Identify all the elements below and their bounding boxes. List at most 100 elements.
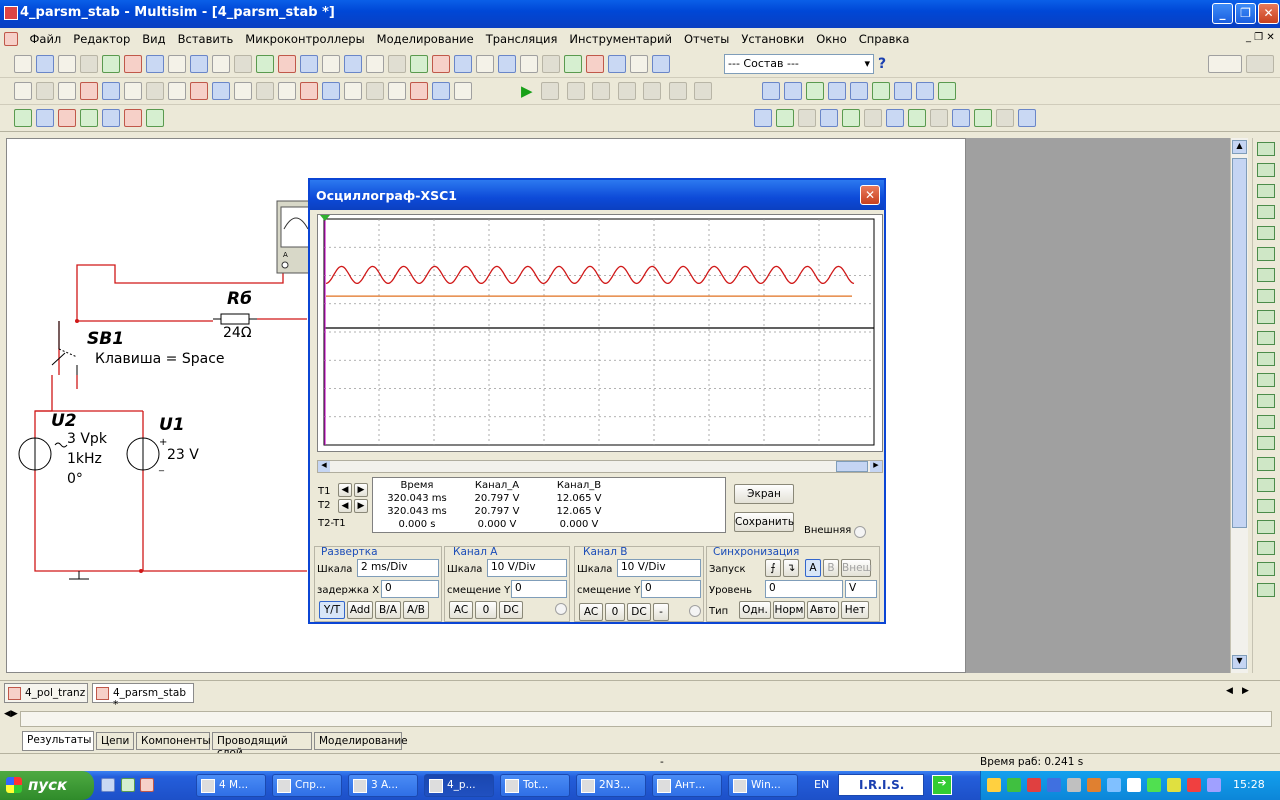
media-icon[interactable] [140,778,154,792]
std-tool-27-icon[interactable] [608,55,626,73]
menu-item-11[interactable]: Справка [853,28,916,46]
std-tool-3-icon[interactable] [80,55,98,73]
tray-icon-6[interactable] [1107,778,1121,792]
channel-a-radio[interactable] [555,603,567,615]
channel-a-scale-field[interactable]: 10 V/Div [487,559,567,577]
instrument-18-icon[interactable] [1257,520,1275,534]
std-tool-0-icon[interactable] [14,55,32,73]
instrument-13-icon[interactable] [1257,415,1275,429]
instrument-10-icon[interactable] [1257,352,1275,366]
component-0-icon[interactable] [14,82,32,100]
std-tool-10-icon[interactable] [234,55,252,73]
instrument-4-icon[interactable] [1257,226,1275,240]
std-tool-22-icon[interactable] [498,55,516,73]
channel-b-coupling-3-button[interactable]: - [653,603,669,621]
screen-scroll-thumb[interactable] [836,461,868,472]
component-3-icon[interactable] [80,82,98,100]
sync-type-3-button[interactable]: Нет [841,601,869,619]
sync-type-1-button[interactable]: Норм [773,601,805,619]
sweep-scale-field[interactable]: 2 ms/Div [357,559,439,577]
task-button-0[interactable]: 4 M... [196,774,266,797]
std-tool-4-icon[interactable] [102,55,120,73]
std-tool-23-icon[interactable] [520,55,538,73]
tool-4-icon[interactable] [102,109,120,127]
pause-icon[interactable] [541,82,560,100]
sweep-mode-3-button[interactable]: A/B [403,601,429,619]
component-2-icon[interactable] [58,82,76,100]
result-tab-2[interactable]: Компоненты [136,732,211,750]
probe-7-icon[interactable] [916,82,934,100]
component-18-icon[interactable] [410,82,428,100]
sweep-mode-1-button[interactable]: Add [347,601,373,619]
result-tab-1[interactable]: Цепи [96,732,134,750]
channel-b-coupling-2-button[interactable]: DC [627,603,651,621]
tool-0-icon[interactable] [14,109,32,127]
probe-0-icon[interactable] [762,82,780,100]
tab-scroll-left-icon[interactable]: ◀ [1226,686,1233,696]
mdi-controls[interactable]: _ ❐ ✕ [1246,32,1275,43]
instrument-7-icon[interactable] [1257,289,1275,303]
scroll-left-icon[interactable]: ◀ [318,461,330,472]
component-8-icon[interactable] [190,82,208,100]
probe-5-icon[interactable] [872,82,890,100]
component-6-icon[interactable] [146,82,164,100]
task-button-6[interactable]: Ант... [652,774,722,797]
menu-item-6[interactable]: Трансляция [480,28,564,46]
std-tool-15-icon[interactable] [344,55,362,73]
scroll-thumb[interactable] [1232,158,1247,528]
instrument-8-icon[interactable] [1257,310,1275,324]
sync-type-2-button[interactable]: Авто [807,601,839,619]
channel-a-coupling-0-button[interactable]: AC [449,601,473,619]
instrument-16-icon[interactable] [1257,478,1275,492]
std-tool-14-icon[interactable] [322,55,340,73]
std-tool-25-icon[interactable] [564,55,582,73]
rising-edge-icon[interactable]: ⨍ [765,559,781,577]
tray-icon-0[interactable] [987,778,1001,792]
delay-x-field[interactable]: 0 [381,580,439,598]
tray-icon-5[interactable] [1087,778,1101,792]
task-button-5[interactable]: 2N3... [576,774,646,797]
minimize-button[interactable]: _ [1212,3,1233,24]
view-tool-4-icon[interactable] [842,109,860,127]
channel-a-coupling-2-button[interactable]: DC [499,601,523,619]
desktop-icon[interactable] [120,778,135,792]
stop-icon[interactable] [566,82,585,100]
view-tool-0-icon[interactable] [754,109,772,127]
std-tool-8-icon[interactable] [190,55,208,73]
step-over-icon[interactable] [617,82,636,100]
view-toggle-button[interactable] [1208,55,1242,73]
std-tool-16-icon[interactable] [366,55,384,73]
channel-b-coupling-1-button[interactable]: 0 [605,603,625,621]
instrument-0-icon[interactable] [1257,142,1275,156]
tool-2-icon[interactable] [58,109,76,127]
probe-2-icon[interactable] [806,82,824,100]
ie-icon[interactable] [101,778,115,792]
std-tool-11-icon[interactable] [256,55,274,73]
sync-source-0-button[interactable]: A [805,559,821,577]
result-tab-0[interactable]: Результаты [22,731,94,751]
maximize-button[interactable]: ❐ [1235,3,1256,24]
oscilloscope-plot[interactable] [318,215,882,451]
doc-tab-0[interactable]: 4_pol_tranz [4,683,88,703]
sweep-mode-0-button[interactable]: Y/T [319,601,345,619]
view-tool-3-icon[interactable] [820,109,838,127]
view-tool-6-icon[interactable] [886,109,904,127]
tray-icon-3[interactable] [1047,778,1061,792]
save-button[interactable]: Сохранить [734,512,794,532]
view-tool-8-icon[interactable] [930,109,948,127]
component-5-icon[interactable] [124,82,142,100]
view-tool-5-icon[interactable] [864,109,882,127]
instrument-17-icon[interactable] [1257,499,1275,513]
oscilloscope-title-bar[interactable]: Осциллограф-XSC1 [310,180,884,210]
menu-item-9[interactable]: Установки [735,28,810,46]
breakpoint-icon[interactable] [694,82,713,100]
multisim-app-icon[interactable] [4,6,18,20]
std-tool-20-icon[interactable] [454,55,472,73]
view-tool-12-icon[interactable] [1018,109,1036,127]
oscilloscope-window[interactable]: Осциллограф-XSC1 ✕ ◀ ▶ T1 T2 T2-T1 ◀ ▶ ◀… [308,178,886,624]
std-tool-17-icon[interactable] [388,55,406,73]
tool-6-icon[interactable] [146,109,164,127]
instrument-20-icon[interactable] [1257,562,1275,576]
result-tab-3[interactable]: Проводящий слой [212,732,312,759]
level-unit-field[interactable]: V [845,580,877,598]
